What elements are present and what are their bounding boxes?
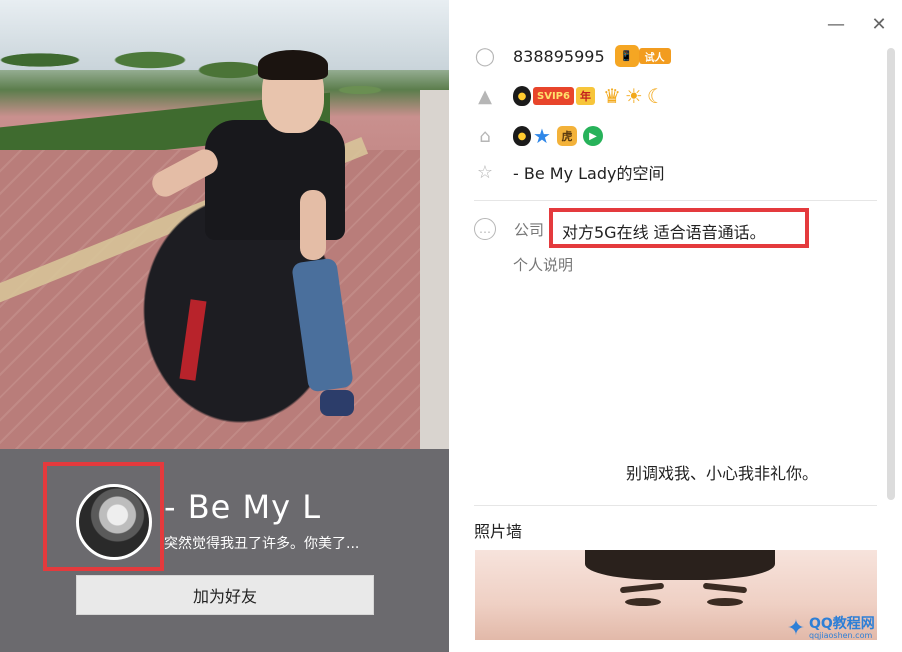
watermark-logo: ✦ QQ教程网 qqjiaoshen.com	[783, 610, 895, 646]
star-outline-icon: ☆	[476, 161, 494, 183]
close-button[interactable]: ✕	[867, 12, 891, 36]
qq-penguin-icon: ◯	[474, 45, 496, 67]
qq-number: 838895995	[513, 46, 605, 66]
info-panel: — ✕ ◯ 838895995 📱 试人 ▲ ● SVIP6 年 ♛ ☀ ☾ ⌂…	[449, 0, 902, 652]
space-row: ☆ - Be My Lady的空间	[474, 160, 665, 184]
add-friend-button[interactable]: 加为好友	[76, 575, 374, 615]
svip-badge[interactable]: SVIP6	[533, 87, 574, 105]
cover-rider-arm-right	[300, 190, 326, 260]
scrollbar[interactable]	[887, 48, 895, 500]
qq-star-icon[interactable]: ★	[533, 124, 551, 148]
phone-online-icon[interactable]: 📱	[614, 45, 639, 67]
dragon-logo-icon: ✦	[786, 615, 806, 641]
cover-curb	[420, 90, 449, 449]
photo-brow-right	[702, 582, 748, 594]
photo-eye-left	[625, 598, 661, 606]
minimize-button[interactable]: —	[824, 12, 848, 36]
photo-eye-right	[707, 598, 743, 606]
nickname: - Be My L	[164, 488, 322, 526]
photo-hair	[585, 550, 775, 580]
svip-year-badge[interactable]: 年	[575, 87, 595, 105]
photo-brow-left	[619, 582, 665, 594]
profile-panel: - Be My L 突然觉得我丑了许多。你美了... 加为好友	[0, 0, 449, 652]
sun-icon[interactable]: ☀	[625, 84, 643, 108]
level-row: ▲ ● SVIP6 年 ♛ ☀ ☾	[474, 84, 665, 108]
cover-rider-hair	[258, 50, 328, 80]
crown-icon[interactable]: ♛	[603, 84, 621, 108]
personal-description: 别调戏我、小心我非礼你。	[626, 464, 819, 483]
divider-top	[474, 200, 877, 201]
tiger-icon[interactable]: 虎	[556, 126, 577, 146]
company-highlight-box	[549, 208, 809, 248]
home-icon: ⌂	[479, 125, 491, 147]
services-row: ⌂ ● ★ 虎 ▶	[474, 124, 609, 148]
video-play-icon[interactable]: ▶	[582, 126, 603, 146]
photo-wall-title: 照片墙	[474, 522, 523, 541]
space-link[interactable]: - Be My Lady的空间	[513, 160, 664, 184]
more-info-row: …	[474, 218, 496, 240]
cover-photo[interactable]	[0, 0, 449, 449]
qq-game-penguin-icon[interactable]: ●	[513, 126, 531, 146]
watermark-text: QQ教程网 qqjiaoshen.com	[809, 617, 875, 640]
qq-vip-penguin-icon[interactable]: ●	[513, 86, 531, 106]
shiren-badge[interactable]: 试人	[638, 48, 671, 64]
personal-label: 个人说明	[513, 256, 574, 274]
level-chart-icon: ▲	[478, 85, 492, 107]
signature: 突然觉得我丑了许多。你美了...	[164, 536, 360, 552]
company-label: 公司	[514, 221, 545, 239]
cover-rider-shoe	[320, 390, 354, 416]
watermark-sub: qqjiaoshen.com	[809, 630, 873, 640]
divider-bottom	[474, 505, 877, 506]
avatar-highlight-box	[43, 462, 164, 571]
service-badges: ● ★ 虎 ▶	[513, 124, 609, 148]
more-circle-icon[interactable]: …	[474, 218, 496, 240]
qq-number-row: ◯ 838895995 📱 试人	[474, 45, 677, 67]
moon-icon[interactable]: ☾	[647, 84, 665, 108]
watermark-title: QQ教程网	[809, 615, 875, 632]
vip-badges: ● SVIP6 年 ♛ ☀ ☾	[513, 84, 665, 108]
